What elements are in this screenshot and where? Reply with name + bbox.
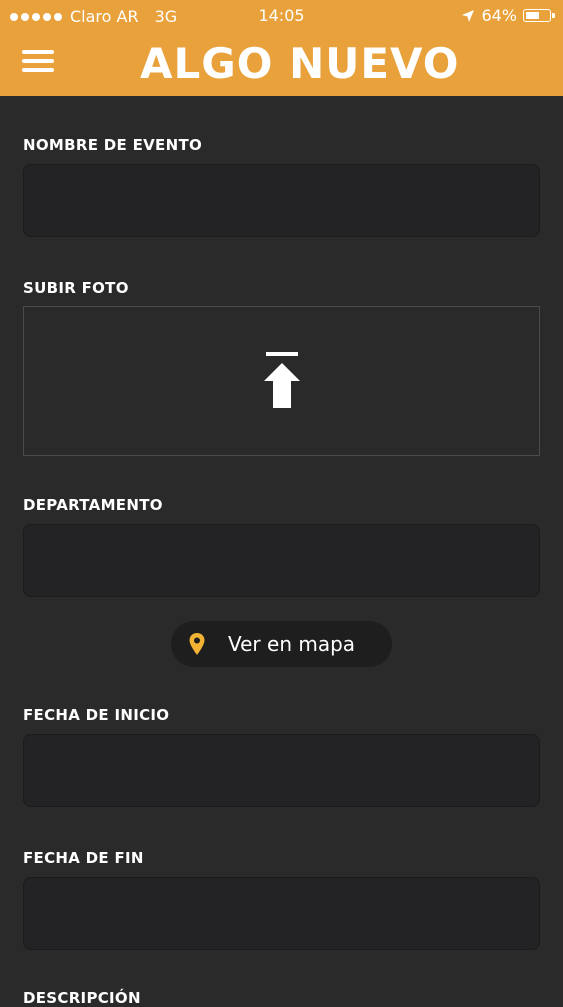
battery-fill [526,12,539,19]
description-label: DESCRIPCIÓN [23,989,141,1007]
event-name-input[interactable] [23,164,540,237]
app-logo: ALGO NUEVO [140,39,460,88]
view-on-map-label: Ver en mapa [228,632,356,656]
status-right: 64% [461,6,555,25]
upload-icon [264,352,300,408]
hamburger-menu-icon[interactable] [22,50,56,76]
location-arrow-icon [462,9,475,22]
start-date-label: FECHA DE INICIO [23,706,170,724]
end-date-input[interactable] [23,877,540,950]
end-date-label: FECHA DE FIN [23,849,144,867]
department-input[interactable] [23,524,540,597]
app-header: Claro AR 3G 14:05 64% ALGO NUEVO [0,0,563,96]
event-name-label: NOMBRE DE EVENTO [23,136,203,154]
status-bar: Claro AR 3G 14:05 64% [0,0,563,32]
start-date-input[interactable] [23,734,540,807]
battery-icon [523,9,555,22]
battery-percent: 64% [481,6,517,25]
department-label: DEPARTAMENTO [23,496,163,514]
map-pin-icon [189,633,205,655]
photo-upload-area[interactable] [23,306,540,456]
upload-photo-label: SUBIR FOTO [23,279,129,297]
view-on-map-button[interactable]: Ver en mapa [171,621,392,667]
